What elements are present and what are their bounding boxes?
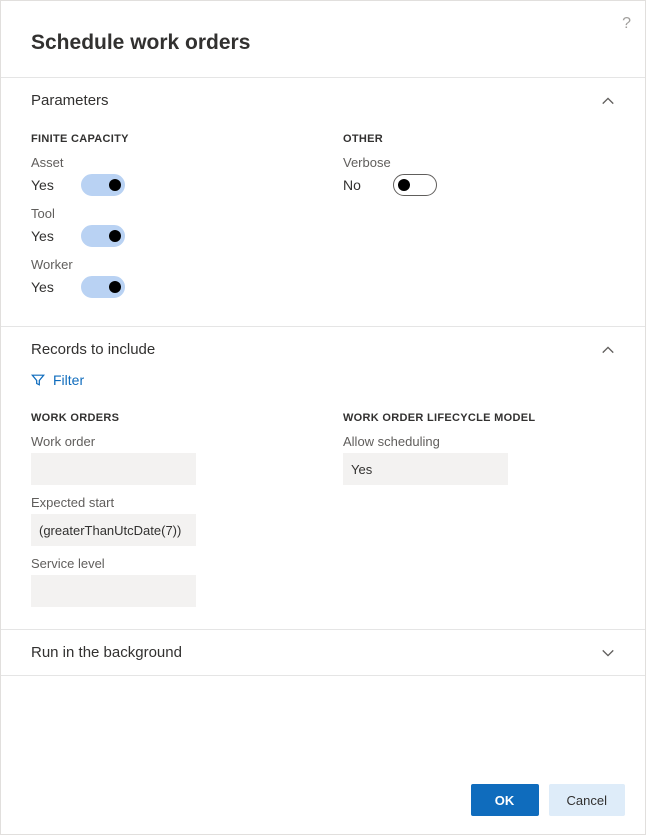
label-verbose: Verbose	[343, 155, 615, 170]
lifecycle-column: WORK ORDER LIFECYCLE MODEL Allow schedul…	[343, 402, 615, 607]
section-title: Run in the background	[31, 644, 182, 661]
label-service-level: Service level	[31, 556, 303, 571]
value-tool: Yes	[31, 228, 57, 244]
label-work-order: Work order	[31, 434, 303, 449]
label-worker: Worker	[31, 257, 303, 272]
section-title: Records to include	[31, 341, 155, 358]
toggle-worker[interactable]	[81, 276, 125, 298]
section-records: Records to include Filter WORK ORDERS Wo…	[1, 326, 645, 629]
filter-link[interactable]: Filter	[31, 372, 84, 388]
chevron-up-icon	[601, 343, 615, 357]
schedule-work-orders-dialog: ? Schedule work orders Parameters FINITE…	[0, 0, 646, 835]
cancel-button[interactable]: Cancel	[549, 784, 625, 816]
filter-icon	[31, 373, 45, 387]
section-background: Run in the background	[1, 629, 645, 676]
group-label-work-orders: WORK ORDERS	[31, 412, 303, 424]
section-header-records[interactable]: Records to include	[1, 327, 645, 372]
toggle-verbose[interactable]	[393, 174, 437, 196]
records-body: Filter WORK ORDERS Work order Expected s…	[1, 372, 645, 629]
finite-capacity-column: FINITE CAPACITY Asset Yes Tool Yes Worke…	[31, 123, 303, 304]
input-expected-start[interactable]	[31, 514, 196, 546]
dialog-header: ? Schedule work orders	[1, 1, 645, 77]
section-title: Parameters	[31, 92, 109, 109]
parameters-body: FINITE CAPACITY Asset Yes Tool Yes Worke…	[1, 123, 645, 326]
input-work-order[interactable]	[31, 453, 196, 485]
value-verbose: No	[343, 177, 369, 193]
value-asset: Yes	[31, 177, 57, 193]
group-label-finite-capacity: FINITE CAPACITY	[31, 133, 303, 145]
filter-label: Filter	[53, 372, 84, 388]
work-orders-column: WORK ORDERS Work order Expected start Se…	[31, 402, 303, 607]
dialog-footer: OK Cancel	[1, 766, 645, 834]
value-worker: Yes	[31, 279, 57, 295]
group-label-lifecycle: WORK ORDER LIFECYCLE MODEL	[343, 412, 615, 424]
help-icon[interactable]: ?	[622, 15, 631, 33]
section-header-parameters[interactable]: Parameters	[1, 78, 645, 123]
group-label-other: OTHER	[343, 133, 615, 145]
label-tool: Tool	[31, 206, 303, 221]
toggle-asset[interactable]	[81, 174, 125, 196]
ok-button[interactable]: OK	[471, 784, 539, 816]
section-header-background[interactable]: Run in the background	[1, 630, 645, 675]
chevron-down-icon	[601, 646, 615, 660]
input-allow-scheduling[interactable]	[343, 453, 508, 485]
dialog-title: Schedule work orders	[31, 31, 615, 55]
label-allow-scheduling: Allow scheduling	[343, 434, 615, 449]
other-column: OTHER Verbose No	[343, 123, 615, 304]
toggle-tool[interactable]	[81, 225, 125, 247]
input-service-level[interactable]	[31, 575, 196, 607]
chevron-up-icon	[601, 94, 615, 108]
label-asset: Asset	[31, 155, 303, 170]
section-parameters: Parameters FINITE CAPACITY Asset Yes Too…	[1, 77, 645, 326]
label-expected-start: Expected start	[31, 495, 303, 510]
